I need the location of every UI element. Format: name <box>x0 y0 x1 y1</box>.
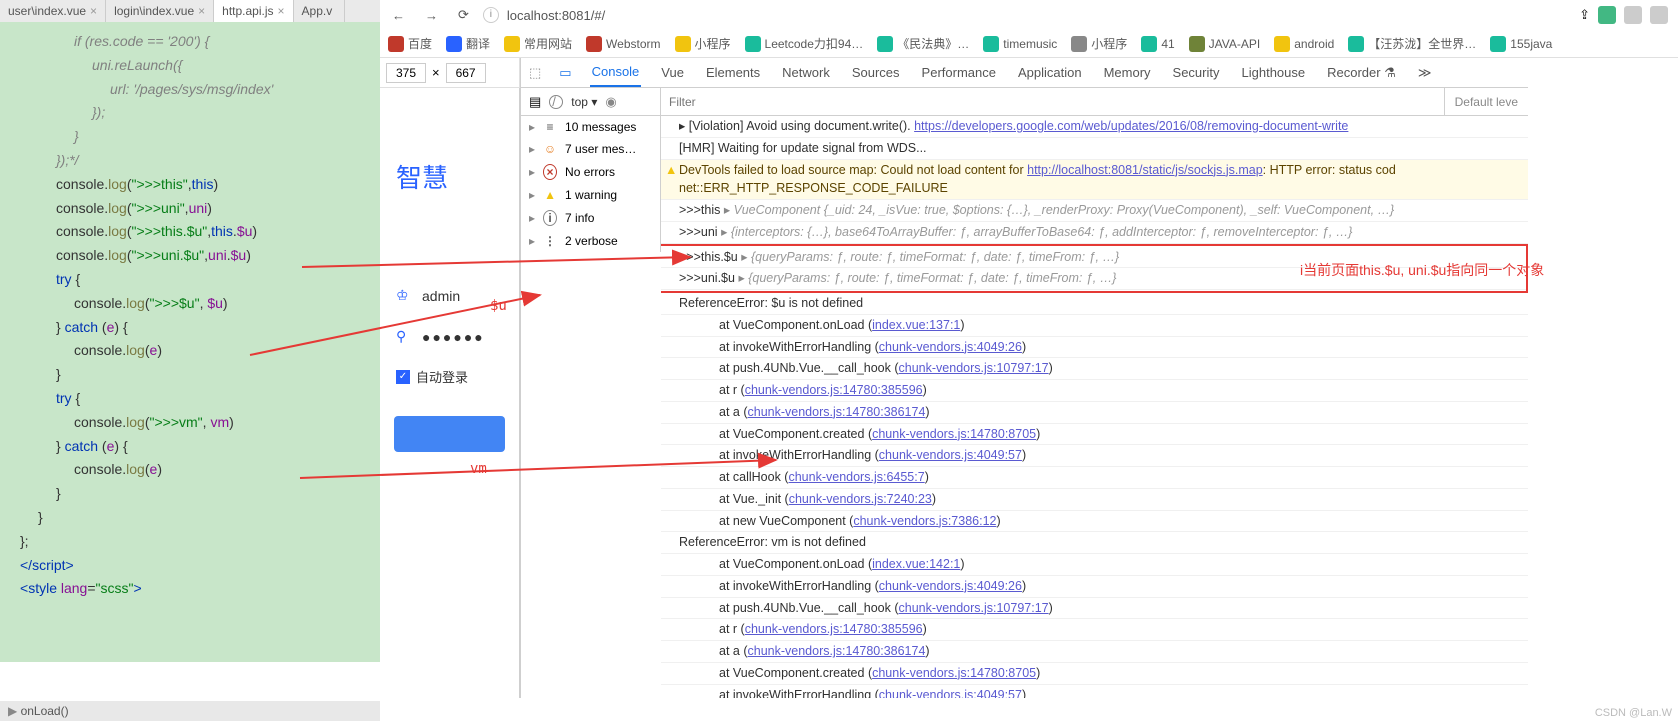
app-title: 智慧 <box>380 88 519 195</box>
key-icon: ⚲ <box>396 328 412 345</box>
devtools-tab[interactable]: Network <box>780 59 832 86</box>
devtools-panel: ⬚ ▭ Console Vue Elements Network Sources Perf… <box>520 58 1528 698</box>
live-expression-icon[interactable]: ◉ <box>605 94 616 110</box>
mobile-preview: 智慧 ♔admin ⚲●●●●●● ✓自动登录 $u vm <box>380 88 520 698</box>
bookmark-item[interactable]: 小程序 <box>675 35 731 52</box>
editor-tab-bar: user\index.vue×login\index.vue×http.api.… <box>0 0 380 22</box>
site-info-icon[interactable]: i <box>483 7 499 23</box>
bookmark-item[interactable]: Webstorm <box>586 36 660 52</box>
devtools-tab[interactable]: Application <box>1016 59 1084 86</box>
nav-back-icon[interactable]: ← <box>386 8 411 23</box>
devtools-tab[interactable]: Memory <box>1102 59 1153 86</box>
summary-row[interactable]: ▸×No errors <box>521 160 660 184</box>
bookmark-item[interactable]: JAVA-API <box>1189 36 1261 52</box>
editor-tab[interactable]: user\index.vue× <box>0 0 106 22</box>
nav-reload-icon[interactable]: ⟳ <box>452 7 475 23</box>
extensions-area: ⇪ <box>1569 0 1678 30</box>
console-output[interactable]: ▸ [Violation] Avoid using document.write… <box>661 116 1528 698</box>
bookmark-item[interactable]: 小程序 <box>1071 35 1127 52</box>
editor-tab[interactable]: App.v <box>294 0 346 22</box>
context-selector[interactable]: top ▾ <box>571 95 597 109</box>
bookmark-item[interactable]: 【汪苏泷】全世界… <box>1348 35 1476 52</box>
console-line[interactable]: ▲DevTools failed to load source map: Cou… <box>661 160 1528 201</box>
editor-tab[interactable]: login\index.vue× <box>106 0 214 22</box>
user-icon: ♔ <box>396 287 412 304</box>
console-filter-input[interactable] <box>661 88 1444 115</box>
devtools-tab[interactable]: Security <box>1171 59 1222 86</box>
devtools-tab[interactable]: Vue <box>659 59 686 86</box>
watermark: CSDN @Lan.W <box>1595 707 1672 719</box>
bookmark-item[interactable]: android <box>1274 36 1334 52</box>
nav-forward-icon[interactable]: → <box>419 8 444 23</box>
checkbox-icon: ✓ <box>396 370 410 384</box>
device-width-input[interactable]: 375 <box>386 63 426 83</box>
devtools-tab[interactable]: Performance <box>920 59 998 86</box>
device-toggle-icon[interactable]: ▭ <box>559 65 571 81</box>
extension-icon[interactable] <box>1624 6 1642 24</box>
inspect-icon[interactable]: ⬚ <box>529 65 541 81</box>
bookmark-item[interactable]: 常用网站 <box>504 35 572 52</box>
bookmark-item[interactable]: 41 <box>1141 36 1174 52</box>
auto-login-checkbox[interactable]: ✓自动登录 <box>380 357 519 396</box>
annotation-u: $u <box>490 298 507 314</box>
vue-devtools-icon[interactable] <box>1598 6 1616 24</box>
console-toolbar: ▤ top ▾ ◉ Default leve <box>521 88 1528 116</box>
password-row[interactable]: ⚲●●●●●● <box>380 316 519 357</box>
bookmark-item[interactable]: 百度 <box>388 35 432 52</box>
devtools-tab[interactable]: ≫ <box>1416 59 1434 87</box>
devtools-tab[interactable]: Elements <box>704 59 762 86</box>
device-size-toolbar: 375 × 667 <box>380 58 520 88</box>
share-icon[interactable]: ⇪ <box>1579 7 1590 23</box>
devtools-tab[interactable]: Recorder ⚗ <box>1325 59 1398 87</box>
device-height-input[interactable]: 667 <box>446 63 486 83</box>
extension-icon[interactable] <box>1650 6 1668 24</box>
summary-row[interactable]: ▸▲1 warning <box>521 184 660 206</box>
devtools-tab[interactable]: Console <box>590 58 642 87</box>
sidebar-toggle-icon[interactable]: ▤ <box>529 94 541 110</box>
editor-footer: ▶ onLoad() <box>0 701 380 721</box>
summary-row[interactable]: ▸⋮2 verbose <box>521 230 660 252</box>
code-editor[interactable]: if (res.code == '200') {uni.reLaunch({ur… <box>0 22 380 662</box>
devtools-tab[interactable]: Lighthouse <box>1240 59 1308 86</box>
bookmark-item[interactable]: 翻译 <box>446 35 490 52</box>
console-line[interactable]: ReferenceError: $u is not defined <box>661 293 1528 315</box>
summary-row[interactable]: ▸☺7 user mes… <box>521 138 660 160</box>
log-levels-selector[interactable]: Default leve <box>1444 88 1528 115</box>
console-line[interactable]: >>>uni ▸ {interceptors: {…}, base64ToArr… <box>661 222 1528 244</box>
devtools-tab[interactable]: Sources <box>850 59 902 86</box>
editor-tab[interactable]: http.api.js× <box>214 0 293 22</box>
clear-console-icon[interactable] <box>549 95 563 109</box>
console-sidebar: ▸≡10 messages▸☺7 user mes…▸×No errors▸▲1… <box>521 116 661 252</box>
bookmark-item[interactable]: 155java <box>1490 36 1552 52</box>
summary-row[interactable]: ▸i7 info <box>521 206 660 230</box>
summary-row[interactable]: ▸≡10 messages <box>521 116 660 138</box>
login-button[interactable] <box>394 416 505 452</box>
address-bar[interactable]: localhost:8081/#/ <box>507 8 605 23</box>
annotation-text: i当前页面this.$u, uni.$u指向同一个对象 <box>1300 260 1544 280</box>
console-line[interactable]: ▸ [Violation] Avoid using document.write… <box>661 116 1528 138</box>
browser-toolbar: ← → ⟳ i localhost:8081/#/ <box>380 0 1678 30</box>
console-line[interactable]: >>>this ▸ VueComponent {_uid: 24, _isVue… <box>661 200 1528 222</box>
bookmark-item[interactable]: timemusic <box>983 36 1057 52</box>
bookmark-item[interactable]: Leetcode力扣94… <box>745 35 864 52</box>
annotation-vm: vm <box>470 461 487 477</box>
devtools-tabs: ⬚ ▭ Console Vue Elements Network Sources Perf… <box>521 58 1528 88</box>
console-line[interactable]: ReferenceError: vm is not defined <box>661 532 1528 554</box>
bookmark-item[interactable]: 《民法典》… <box>877 35 969 52</box>
bookmarks-bar: 百度翻译常用网站 Webstorm 小程序 Leetcode力扣94… 《民法典》… ti… <box>380 30 1678 58</box>
console-line[interactable]: [HMR] Waiting for update signal from WDS… <box>661 138 1528 160</box>
